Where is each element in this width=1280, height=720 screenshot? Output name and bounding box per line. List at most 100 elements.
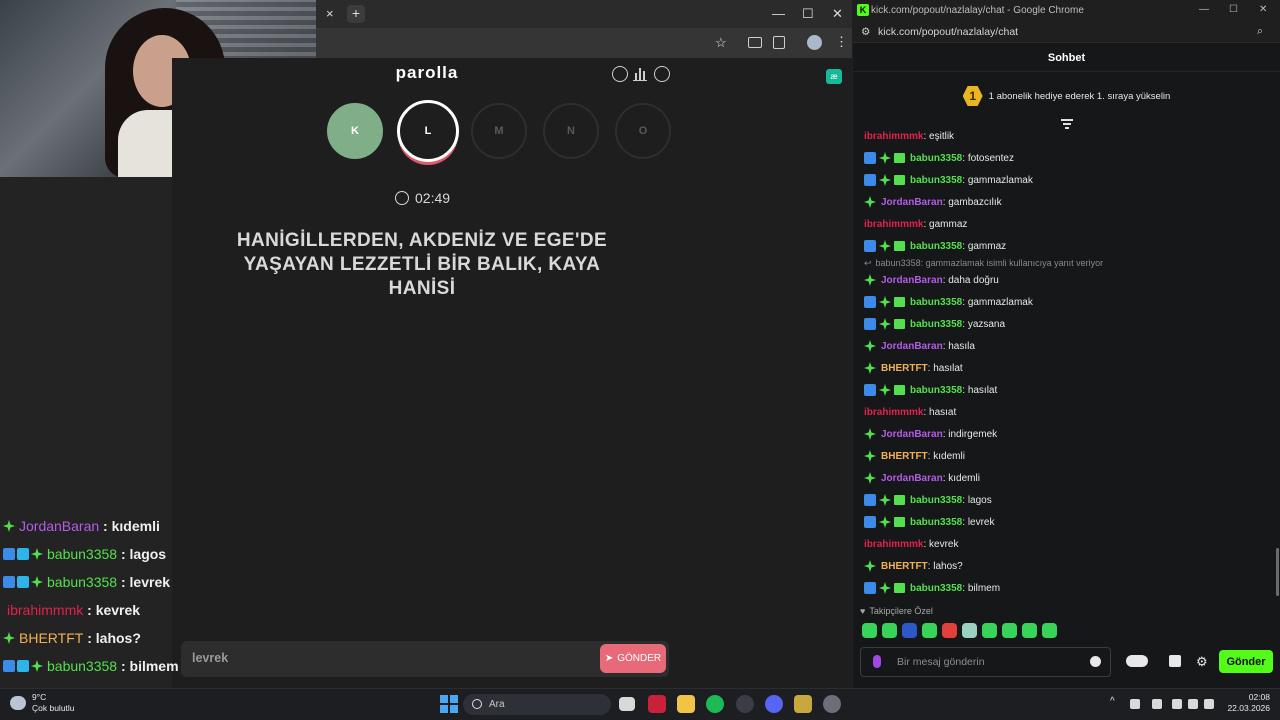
close-window-button[interactable]: ✕ bbox=[832, 6, 843, 22]
profile-avatar[interactable] bbox=[807, 35, 822, 50]
chat-username[interactable]: JordanBaran bbox=[881, 473, 943, 484]
taskbar-search[interactable]: Ara bbox=[463, 694, 611, 715]
profile-icon[interactable] bbox=[654, 66, 670, 82]
microphone-icon[interactable] bbox=[873, 655, 881, 668]
chat-username[interactable]: BHERTFT bbox=[881, 363, 928, 374]
store-icon[interactable] bbox=[1169, 655, 1181, 667]
chat-close-button[interactable]: ✕ bbox=[1259, 4, 1267, 15]
chat-message[interactable]: babun3358: gammazlamak bbox=[864, 291, 1264, 313]
chat-message[interactable]: BHERTFT: hasılat bbox=[864, 357, 1264, 379]
taskbar-clock[interactable]: 02:08 22.03.2026 bbox=[1222, 692, 1270, 714]
chat-username[interactable]: JordanBaran bbox=[881, 429, 943, 440]
chat-message[interactable]: ibrahimmmk: gammaz bbox=[864, 213, 1264, 235]
info-icon[interactable] bbox=[612, 66, 628, 82]
emote-icon[interactable] bbox=[942, 623, 957, 638]
new-tab-button[interactable]: + bbox=[347, 5, 365, 23]
menu-kebab-icon[interactable]: ⋮ bbox=[835, 34, 848, 50]
emote-icon[interactable] bbox=[1002, 623, 1017, 638]
emote-icon[interactable] bbox=[962, 623, 977, 638]
battery-icon[interactable] bbox=[1204, 699, 1214, 709]
chat-message[interactable]: JordanBaran: indirgemek bbox=[864, 423, 1264, 445]
obs-icon[interactable] bbox=[823, 695, 841, 713]
chat-message[interactable]: BHERTFT: kıdemli bbox=[864, 445, 1264, 467]
tray-chevron-icon[interactable]: ^ bbox=[1110, 696, 1115, 707]
chat-maximize-button[interactable]: ☐ bbox=[1229, 4, 1238, 15]
settings-gear-icon[interactable]: ⚙ bbox=[1196, 654, 1208, 670]
discord-icon[interactable] bbox=[765, 695, 783, 713]
extension-badge-icon[interactable]: æ bbox=[826, 69, 842, 84]
chat-username[interactable]: JordanBaran bbox=[881, 275, 943, 286]
chat-send-button[interactable]: Gönder bbox=[1219, 650, 1273, 673]
start-button-icon[interactable] bbox=[440, 695, 458, 713]
submit-answer-button[interactable]: ➤ GÖNDER bbox=[600, 644, 666, 673]
app-icon-pen[interactable] bbox=[794, 695, 812, 713]
chat-username[interactable]: babun3358 bbox=[910, 495, 962, 506]
chat-message[interactable]: JordanBaran: daha doğru bbox=[864, 269, 1264, 291]
chat-message[interactable]: JordanBaran: kıdemli bbox=[864, 467, 1264, 489]
chat-username[interactable]: ibrahimmmk bbox=[864, 131, 923, 142]
chat-message[interactable]: babun3358: fotosentez bbox=[864, 147, 1264, 169]
emote-icon[interactable] bbox=[982, 623, 997, 638]
gift-sub-promo[interactable]: 1 1 abonelik hediye ederek 1. sıraya yük… bbox=[853, 80, 1280, 112]
chat-url-bar[interactable]: ⚙ kick.com/popout/nazlalay/chat ⌕ bbox=[853, 21, 1280, 43]
chat-username[interactable]: JordanBaran bbox=[881, 341, 943, 352]
chat-username[interactable]: BHERTFT bbox=[881, 451, 928, 462]
chat-username[interactable]: babun3358 bbox=[910, 153, 962, 164]
chat-username[interactable]: babun3358 bbox=[910, 297, 962, 308]
chat-username[interactable]: BHERTFT bbox=[881, 561, 928, 572]
zoom-icon[interactable]: ⌕ bbox=[1257, 25, 1263, 38]
chat-message[interactable]: JordanBaran: hasıla bbox=[864, 335, 1264, 357]
chat-username[interactable]: JordanBaran bbox=[881, 197, 943, 208]
chat-username[interactable]: babun3358 bbox=[910, 241, 962, 252]
spotify-icon[interactable] bbox=[706, 695, 724, 713]
steam-tray-icon[interactable] bbox=[1130, 699, 1140, 709]
chat-message[interactable]: BHERTFT: lahos? bbox=[864, 555, 1264, 577]
tab-close-button[interactable]: × bbox=[326, 6, 334, 21]
chat-scrollbar[interactable] bbox=[1276, 548, 1279, 596]
stats-icon[interactable] bbox=[633, 68, 647, 81]
chat-message[interactable]: babun3358: gammazlamak bbox=[864, 169, 1264, 191]
chat-username[interactable]: ibrahimmmk bbox=[864, 219, 923, 230]
chat-username[interactable]: ibrahimmmk bbox=[864, 407, 923, 418]
chat-username[interactable]: babun3358 bbox=[910, 517, 962, 528]
kick-points-icon[interactable] bbox=[1126, 655, 1148, 667]
minimize-button[interactable]: — bbox=[772, 6, 785, 21]
file-explorer-icon[interactable] bbox=[677, 695, 695, 713]
chat-username[interactable]: babun3358 bbox=[910, 583, 962, 594]
emote-icon[interactable] bbox=[882, 623, 897, 638]
chat-message[interactable]: babun3358: gammaz bbox=[864, 235, 1264, 257]
puzzle-extensions-icon[interactable] bbox=[773, 36, 785, 49]
chat-url[interactable]: kick.com/popout/nazlalay/chat bbox=[878, 26, 1018, 38]
chat-input-placeholder[interactable]: Bir mesaj gönderin bbox=[897, 656, 985, 668]
mic-tray-icon[interactable] bbox=[1152, 699, 1162, 709]
chat-message[interactable]: babun3358: yazsana bbox=[864, 313, 1264, 335]
chat-username[interactable]: babun3358 bbox=[910, 175, 962, 186]
emoji-icon[interactable] bbox=[1090, 656, 1101, 667]
volume-icon[interactable] bbox=[1188, 699, 1198, 709]
site-settings-icon[interactable]: ⚙ bbox=[861, 26, 870, 38]
chat-minimize-button[interactable]: — bbox=[1199, 4, 1209, 15]
emote-icon[interactable] bbox=[902, 623, 917, 638]
answer-field[interactable] bbox=[181, 641, 669, 677]
bookmark-star-icon[interactable]: ☆ bbox=[715, 35, 727, 51]
maximize-button[interactable]: ☐ bbox=[802, 6, 814, 22]
emote-icon[interactable] bbox=[1022, 623, 1037, 638]
chat-username[interactable]: babun3358 bbox=[910, 385, 962, 396]
chat-message[interactable]: JordanBaran: gambazcılık bbox=[864, 191, 1264, 213]
chat-message[interactable]: babun3358: bilmem bbox=[864, 577, 1264, 599]
chat-message[interactable]: ibrahimmmk: kevrek bbox=[864, 533, 1264, 555]
emote-icon[interactable] bbox=[922, 623, 937, 638]
emote-icon[interactable] bbox=[1042, 623, 1057, 638]
emote-icon[interactable] bbox=[862, 623, 877, 638]
chat-message[interactable]: babun3358: hasılat bbox=[864, 379, 1264, 401]
chat-message[interactable]: ibrahimmmk: hasıat bbox=[864, 401, 1264, 423]
chat-username[interactable]: babun3358 bbox=[910, 319, 962, 330]
chrome-icon[interactable] bbox=[736, 695, 754, 713]
weather-widget[interactable]: 9°C Çok bulutlu bbox=[10, 692, 75, 714]
extension-icon[interactable] bbox=[748, 37, 762, 48]
chat-message[interactable]: babun3358: lagos bbox=[864, 489, 1264, 511]
chat-username[interactable]: ibrahimmmk bbox=[864, 539, 923, 550]
task-view-icon[interactable] bbox=[619, 697, 635, 711]
chat-message[interactable]: ibrahimmmk: eşitlik bbox=[864, 125, 1264, 147]
network-icon[interactable] bbox=[1172, 699, 1182, 709]
